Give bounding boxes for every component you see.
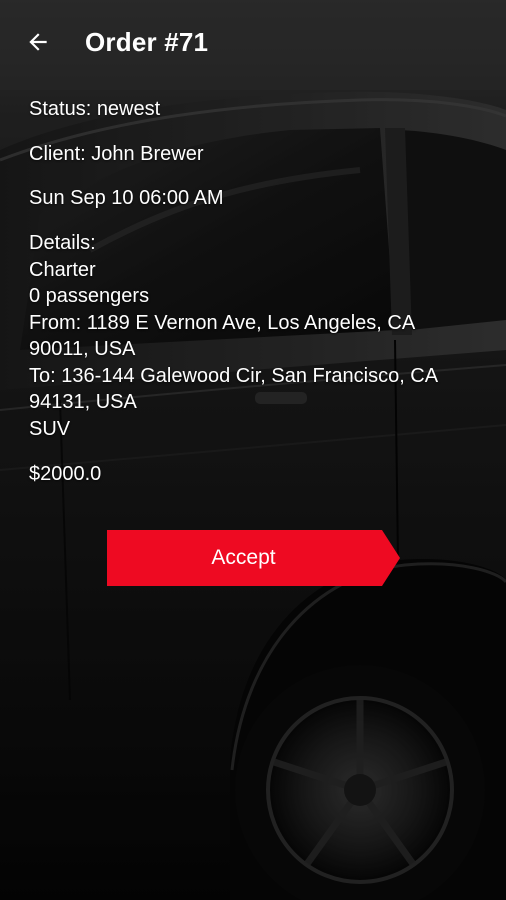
details-label: Details: (29, 232, 96, 254)
details-passengers: 0 passengers (29, 285, 150, 307)
arrow-left-icon (29, 33, 47, 51)
app-bar: Order #71 (0, 0, 506, 84)
order-price: $2000.0 (29, 463, 102, 485)
order-details: Details: Charter 0 passengers From: 1189… (29, 230, 438, 442)
accept-button-label: Accept (211, 546, 276, 569)
details-to-line1: To: 136-144 Galewood Cir, San Francisco,… (29, 364, 439, 387)
details-to-line2: 94131, USA (29, 391, 137, 413)
page-title: Order #71 (85, 27, 209, 57)
order-status: Status: newest (29, 98, 161, 120)
content-layer: Order #71 Status: newest Client: John Br… (0, 0, 506, 900)
details-from-line1: From: 1189 E Vernon Ave, Los Angeles, CA (29, 311, 416, 334)
order-detail-screen: Order #71 Status: newest Client: John Br… (0, 0, 506, 900)
back-button[interactable] (18, 22, 58, 62)
details-service: Charter (29, 258, 96, 281)
order-datetime: Sun Sep 10 06:00 AM (29, 187, 224, 209)
accept-button[interactable]: Accept (107, 530, 400, 586)
details-vehicle: SUV (29, 417, 71, 440)
order-client: Client: John Brewer (29, 143, 204, 165)
details-from-line2: 90011, USA (29, 338, 136, 360)
